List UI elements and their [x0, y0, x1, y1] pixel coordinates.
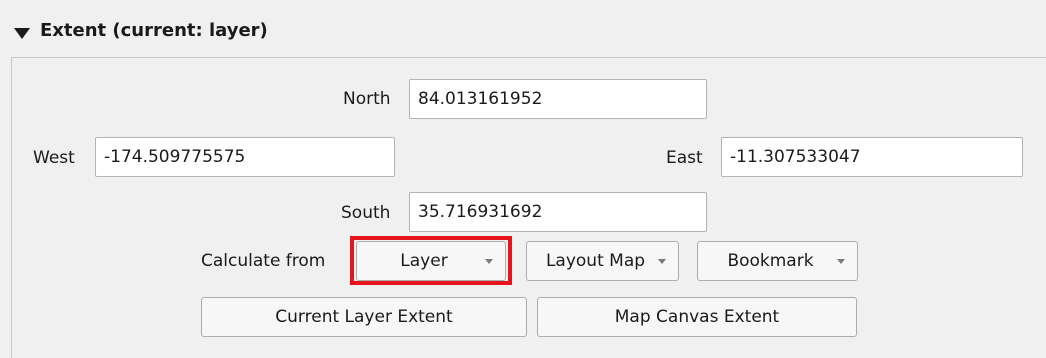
- east-label: East: [666, 148, 703, 168]
- section-title: Extent (current: layer): [40, 20, 268, 41]
- calculate-from-label: Calculate from: [201, 251, 326, 271]
- dropdown-arrow-icon: [485, 258, 493, 264]
- collapse-triangle-icon[interactable]: [14, 28, 30, 39]
- map-canvas-extent-button[interactable]: Map Canvas Extent: [537, 297, 857, 337]
- layout-map-combo-label: Layout Map: [545, 251, 646, 271]
- south-field[interactable]: [409, 192, 707, 232]
- bookmark-combo[interactable]: Bookmark: [697, 241, 858, 281]
- extent-section-header[interactable]: Extent (current: layer): [0, 10, 1046, 54]
- dropdown-arrow-icon: [837, 258, 845, 264]
- layer-combo[interactable]: Layer: [356, 241, 506, 281]
- current-layer-extent-button[interactable]: Current Layer Extent: [201, 297, 527, 337]
- south-label: South: [341, 203, 391, 223]
- north-label: North: [343, 89, 391, 109]
- west-field[interactable]: [95, 137, 395, 177]
- bookmark-combo-label: Bookmark: [727, 251, 814, 271]
- dropdown-arrow-icon: [658, 258, 666, 264]
- layer-combo-label: Layer: [400, 251, 448, 271]
- west-label: West: [33, 148, 75, 168]
- north-field[interactable]: [409, 79, 707, 119]
- layout-map-combo[interactable]: Layout Map: [526, 241, 679, 281]
- east-field[interactable]: [721, 137, 1023, 177]
